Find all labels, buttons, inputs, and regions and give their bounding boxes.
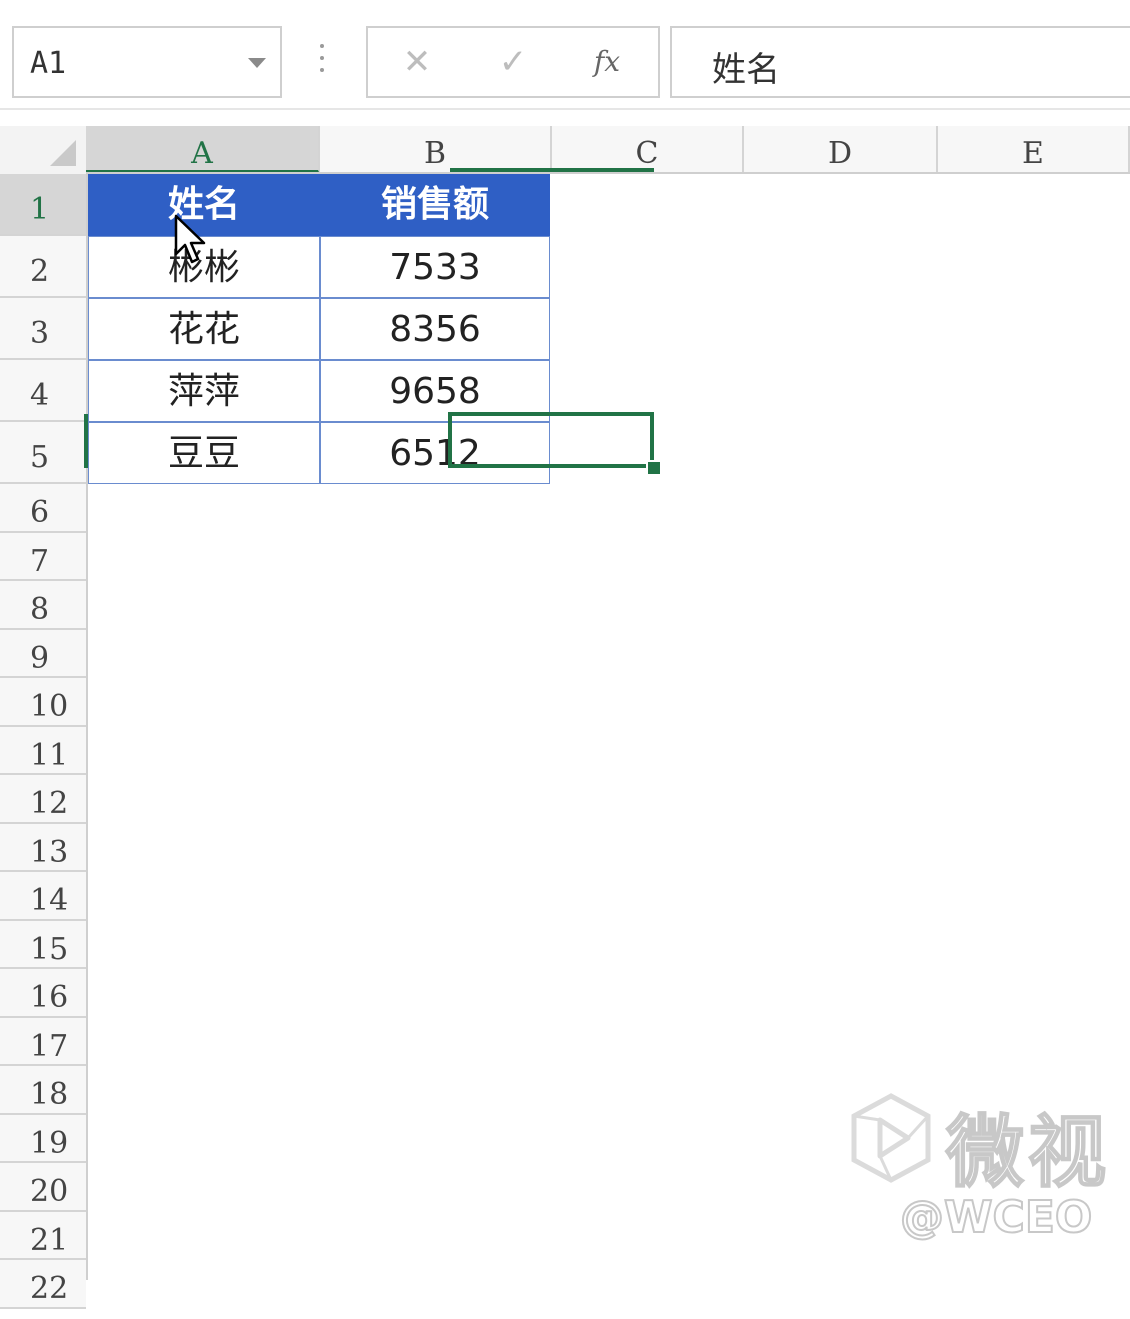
column-header-c[interactable]: C	[552, 126, 744, 174]
row-header-5[interactable]: 5	[0, 422, 86, 484]
row-header-9[interactable]: 9	[0, 629, 86, 678]
insert-function-icon[interactable]: fx	[582, 42, 632, 82]
select-all-button[interactable]	[0, 126, 86, 174]
formula-buttons: ✕ ✓ fx	[366, 26, 660, 98]
row-header-12[interactable]: 12	[0, 775, 86, 824]
row-header-3[interactable]: 3	[0, 298, 86, 360]
chevron-down-icon[interactable]	[248, 58, 266, 68]
toolbar-divider	[0, 108, 1130, 110]
row-header-4[interactable]: 4	[0, 360, 86, 422]
column-selection-marker	[450, 168, 654, 172]
selection-range[interactable]	[448, 412, 654, 468]
column-header-e[interactable]: E	[938, 126, 1130, 174]
cell-a5[interactable]: 豆豆	[88, 422, 320, 484]
formula-bar-grip-icon[interactable]	[318, 44, 326, 80]
row-header-1[interactable]: 1	[0, 174, 86, 236]
cell-b1[interactable]: 销售额	[320, 174, 550, 236]
column-header-a[interactable]: A	[86, 126, 320, 174]
row-header-22[interactable]: 22	[0, 1260, 86, 1309]
row-header-10[interactable]: 10	[0, 678, 86, 727]
row-header-7[interactable]: 7	[0, 532, 86, 581]
row-header-17[interactable]: 17	[0, 1017, 86, 1066]
watermark-brand: 微视	[945, 1107, 1111, 1199]
formula-content: 姓名	[712, 50, 780, 90]
watermark-account: @WCEO	[899, 1191, 1093, 1244]
row-header-13[interactable]: 13	[0, 823, 86, 872]
row-header-21[interactable]: 21	[0, 1211, 86, 1260]
name-box[interactable]: A1	[12, 26, 282, 98]
column-header-b[interactable]: B	[320, 126, 552, 174]
cell-b2[interactable]: 7533	[320, 236, 550, 298]
row-selection-marker	[84, 414, 88, 468]
row-header-11[interactable]: 11	[0, 726, 86, 775]
row-header-14[interactable]: 14	[0, 872, 86, 921]
cancel-icon[interactable]: ✕	[392, 42, 442, 82]
name-box-value: A1	[30, 46, 67, 81]
cell-a3[interactable]: 花花	[88, 298, 320, 360]
row-header-2[interactable]: 2	[0, 236, 86, 298]
row-header-6[interactable]: 6	[0, 484, 86, 533]
mouse-cursor-icon	[174, 214, 206, 264]
fill-handle[interactable]	[646, 460, 662, 476]
cell-a4[interactable]: 萍萍	[88, 360, 320, 422]
row-header-18[interactable]: 18	[0, 1066, 86, 1115]
row-header-20[interactable]: 20	[0, 1163, 86, 1212]
column-header-d[interactable]: D	[744, 126, 938, 174]
row-header-15[interactable]: 15	[0, 920, 86, 969]
formula-input[interactable]: 姓名	[670, 26, 1130, 98]
weishi-logo-icon	[851, 1093, 931, 1183]
row-header-8[interactable]: 8	[0, 581, 86, 630]
enter-icon[interactable]: ✓	[488, 42, 538, 82]
row-header-16[interactable]: 16	[0, 969, 86, 1018]
cell-b3[interactable]: 8356	[320, 298, 550, 360]
row-header-19[interactable]: 19	[0, 1114, 86, 1163]
